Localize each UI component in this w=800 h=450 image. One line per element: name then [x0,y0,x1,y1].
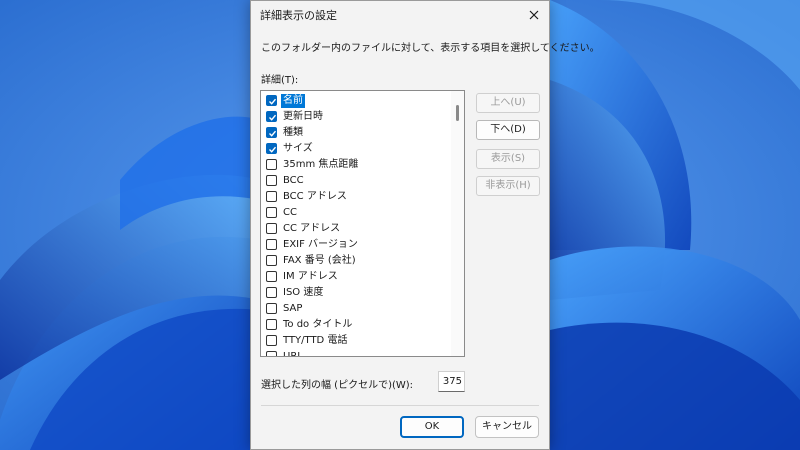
hide-button[interactable]: 非表示(H) [476,176,540,196]
dialog-description: このフォルダー内のファイルに対して、表示する項目を選択してください。 [261,43,600,54]
divider [261,405,539,406]
details-list-label: 詳細(T): [261,75,299,86]
move-up-button[interactable]: 上へ(U) [476,93,540,113]
item-label: BCC アドレス [283,191,347,202]
item-checkbox[interactable] [266,255,277,266]
list-item[interactable]: BCC [261,173,451,189]
list-item[interactable]: BCC アドレス [261,189,451,205]
item-label: サイズ [283,143,313,154]
move-down-button[interactable]: 下へ(D) [476,120,540,140]
item-checkbox[interactable] [266,319,277,330]
item-label: To do タイトル [283,319,353,330]
show-button[interactable]: 表示(S) [476,149,540,169]
item-checkbox[interactable] [266,335,277,346]
item-checkbox[interactable] [266,111,277,122]
item-checkbox[interactable] [266,303,277,314]
checkmark-icon [269,130,277,137]
item-label: URL [283,351,303,357]
details-settings-dialog: 詳細表示の設定 このフォルダー内のファイルに対して、表示する項目を選択してくださ… [250,0,600,450]
list-item[interactable]: ISO 速度 [261,285,451,301]
list-item[interactable]: 更新日時 [261,109,451,125]
item-checkbox[interactable] [266,207,277,218]
checkmark-icon [269,98,277,105]
item-checkbox[interactable] [266,239,277,250]
item-label: 名前 [281,94,305,108]
item-checkbox[interactable] [266,143,277,154]
list-item[interactable]: 35mm 焦点距離 [261,157,451,173]
item-label: CC アドレス [283,223,341,234]
item-label: CC [283,207,297,218]
item-label: EXIF バージョン [283,239,358,250]
list-item[interactable]: FAX 番号 (会社) [261,253,451,269]
item-label: IM アドレス [283,271,338,282]
item-checkbox[interactable] [266,159,277,170]
item-label: ISO 速度 [283,287,324,298]
ok-button[interactable]: OK [400,416,464,438]
item-checkbox[interactable] [266,223,277,234]
list-item[interactable]: IM アドレス [261,269,451,285]
item-checkbox[interactable] [266,175,277,186]
list-item[interactable]: 種類 [261,125,451,141]
close-icon [529,10,539,20]
column-width-input[interactable] [438,371,465,392]
item-label: BCC [283,175,304,186]
item-checkbox[interactable] [266,127,277,138]
list-item[interactable]: SAP [261,301,451,317]
list-item[interactable]: TTY/TTD 電話 [261,333,451,349]
list-item[interactable]: CC [261,205,451,221]
list-item[interactable]: To do タイトル [261,317,451,333]
item-label: 種類 [283,127,303,138]
details-list-items: 名前更新日時種類サイズ 35mm 焦点距離 BCC BCC アドレス CC CC アドレス… [261,93,451,357]
item-checkbox[interactable] [266,351,277,356]
item-checkbox[interactable] [266,95,277,106]
list-item[interactable]: URL [261,349,451,357]
close-button[interactable] [521,4,547,26]
item-label: SAP [283,303,303,314]
item-checkbox[interactable] [266,191,277,202]
list-scrollbar[interactable] [451,91,464,356]
item-checkbox[interactable] [266,287,277,298]
scrollbar-thumb[interactable] [456,105,459,121]
item-label: 35mm 焦点距離 [283,159,359,170]
list-item[interactable]: EXIF バージョン [261,237,451,253]
column-width-label: 選択した列の幅 (ピクセルで)(W): [261,380,414,391]
list-item[interactable]: 名前 [261,93,451,109]
dialog-title: 詳細表示の設定 [260,9,337,22]
item-checkbox[interactable] [266,271,277,282]
item-label: TTY/TTD 電話 [283,335,348,346]
checkmark-icon [269,146,277,153]
title-bar: 詳細表示の設定 [251,1,549,29]
details-list[interactable]: 名前更新日時種類サイズ 35mm 焦点距離 BCC BCC アドレス CC CC アドレス… [260,90,465,357]
list-item[interactable]: CC アドレス [261,221,451,237]
item-label: FAX 番号 (会社) [283,255,356,266]
item-label: 更新日時 [283,111,323,122]
checkmark-icon [269,114,277,121]
cancel-button[interactable]: キャンセル [475,416,539,438]
list-item[interactable]: サイズ [261,141,451,157]
